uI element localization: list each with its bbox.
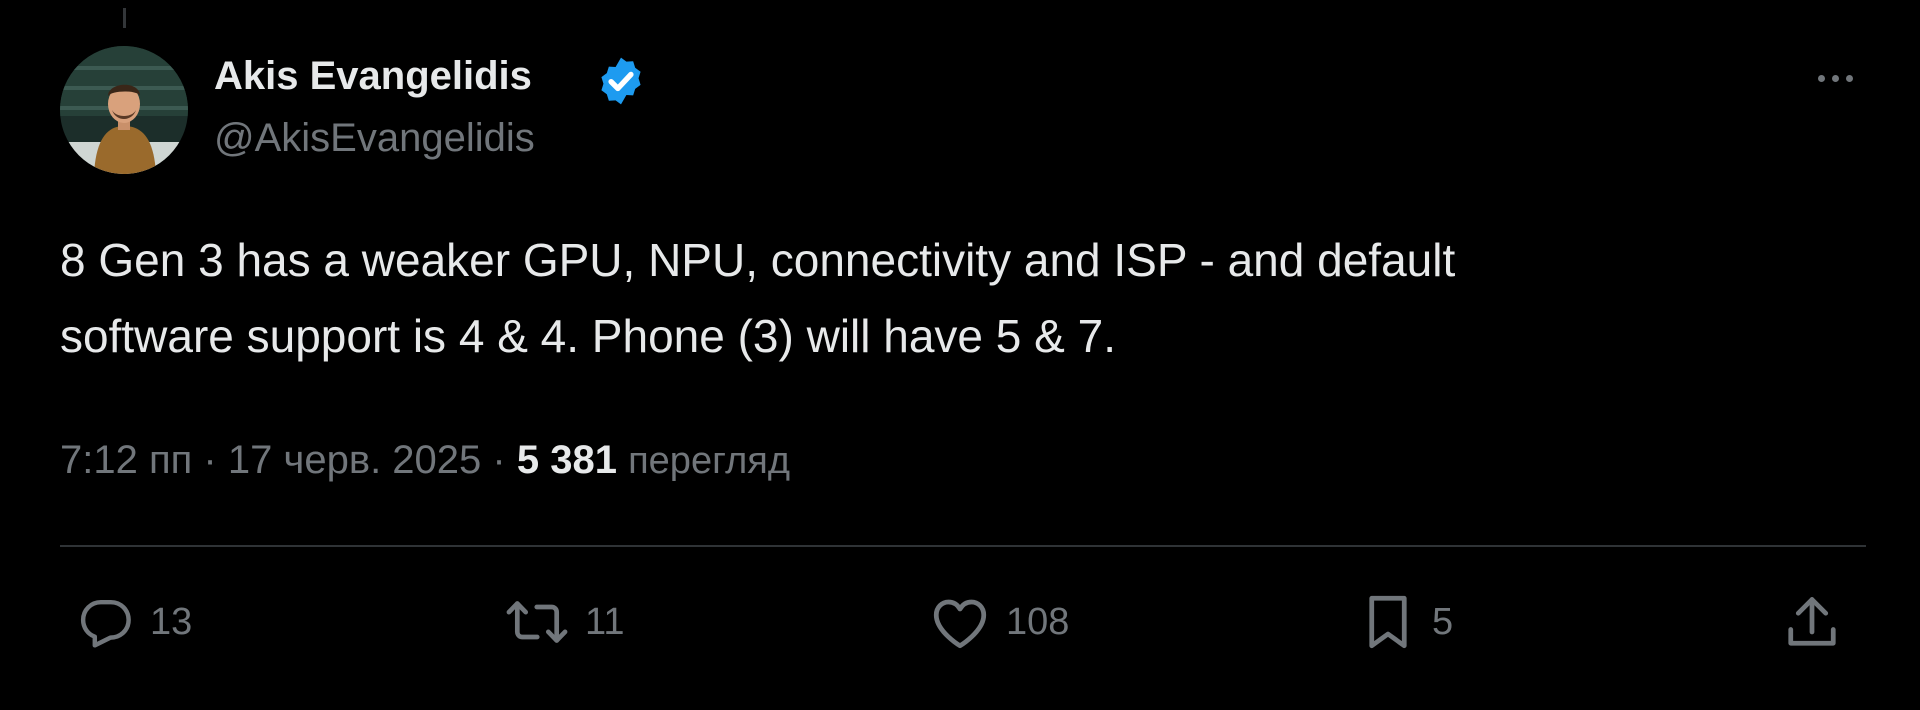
bookmark-button[interactable]: 5 xyxy=(1360,590,1453,654)
tweet-text-line: 8 Gen 3 has a weaker GPU, NPU, connectiv… xyxy=(60,234,1456,286)
author-display-name[interactable]: Akis Evangelidis xyxy=(214,52,532,100)
avatar-photo xyxy=(60,46,188,174)
repost-button[interactable]: 11 xyxy=(505,590,624,654)
like-button[interactable]: 108 xyxy=(930,590,1069,654)
author-handle[interactable]: @AkisEvangelidis xyxy=(214,114,535,162)
meta-separator: · xyxy=(492,438,506,482)
tweet-time[interactable]: 7:12 пп xyxy=(60,438,192,482)
heart-icon xyxy=(933,599,987,649)
reply-count: 13 xyxy=(150,600,193,643)
bookmark-count: 5 xyxy=(1432,600,1454,643)
tweet-text-line: software support is 4 & 4. Phone (3) wil… xyxy=(60,310,1116,362)
tweet-text: 8 Gen 3 has a weaker GPU, NPU, connectiv… xyxy=(60,222,1840,374)
views-label: перегляд xyxy=(628,440,791,482)
verified-badge-icon xyxy=(601,57,641,105)
reply-icon xyxy=(80,599,131,648)
reply-button[interactable]: 13 xyxy=(78,590,192,654)
tweet-date[interactable]: 17 черв. 2025 xyxy=(228,438,481,482)
thread-connector-line xyxy=(123,8,126,28)
tweet-metadata: 7:12 пп · 17 черв. 2025 · 5 381 перегляд xyxy=(60,432,790,489)
divider xyxy=(60,545,1866,547)
share-icon xyxy=(1788,597,1836,646)
tweet-card: Akis Evangelidis @AkisEvangelidis 8 Gen … xyxy=(0,0,1920,710)
like-count: 108 xyxy=(1006,600,1070,643)
repost-icon xyxy=(506,601,568,643)
repost-count: 11 xyxy=(585,600,625,643)
bookmark-icon xyxy=(1369,595,1407,649)
avatar[interactable] xyxy=(60,46,188,174)
more-horizontal-icon xyxy=(1817,74,1825,82)
share-button[interactable] xyxy=(1782,590,1842,654)
more-options-button[interactable] xyxy=(1800,58,1870,98)
meta-separator: · xyxy=(203,438,217,482)
views-count: 5 381 xyxy=(516,438,617,482)
